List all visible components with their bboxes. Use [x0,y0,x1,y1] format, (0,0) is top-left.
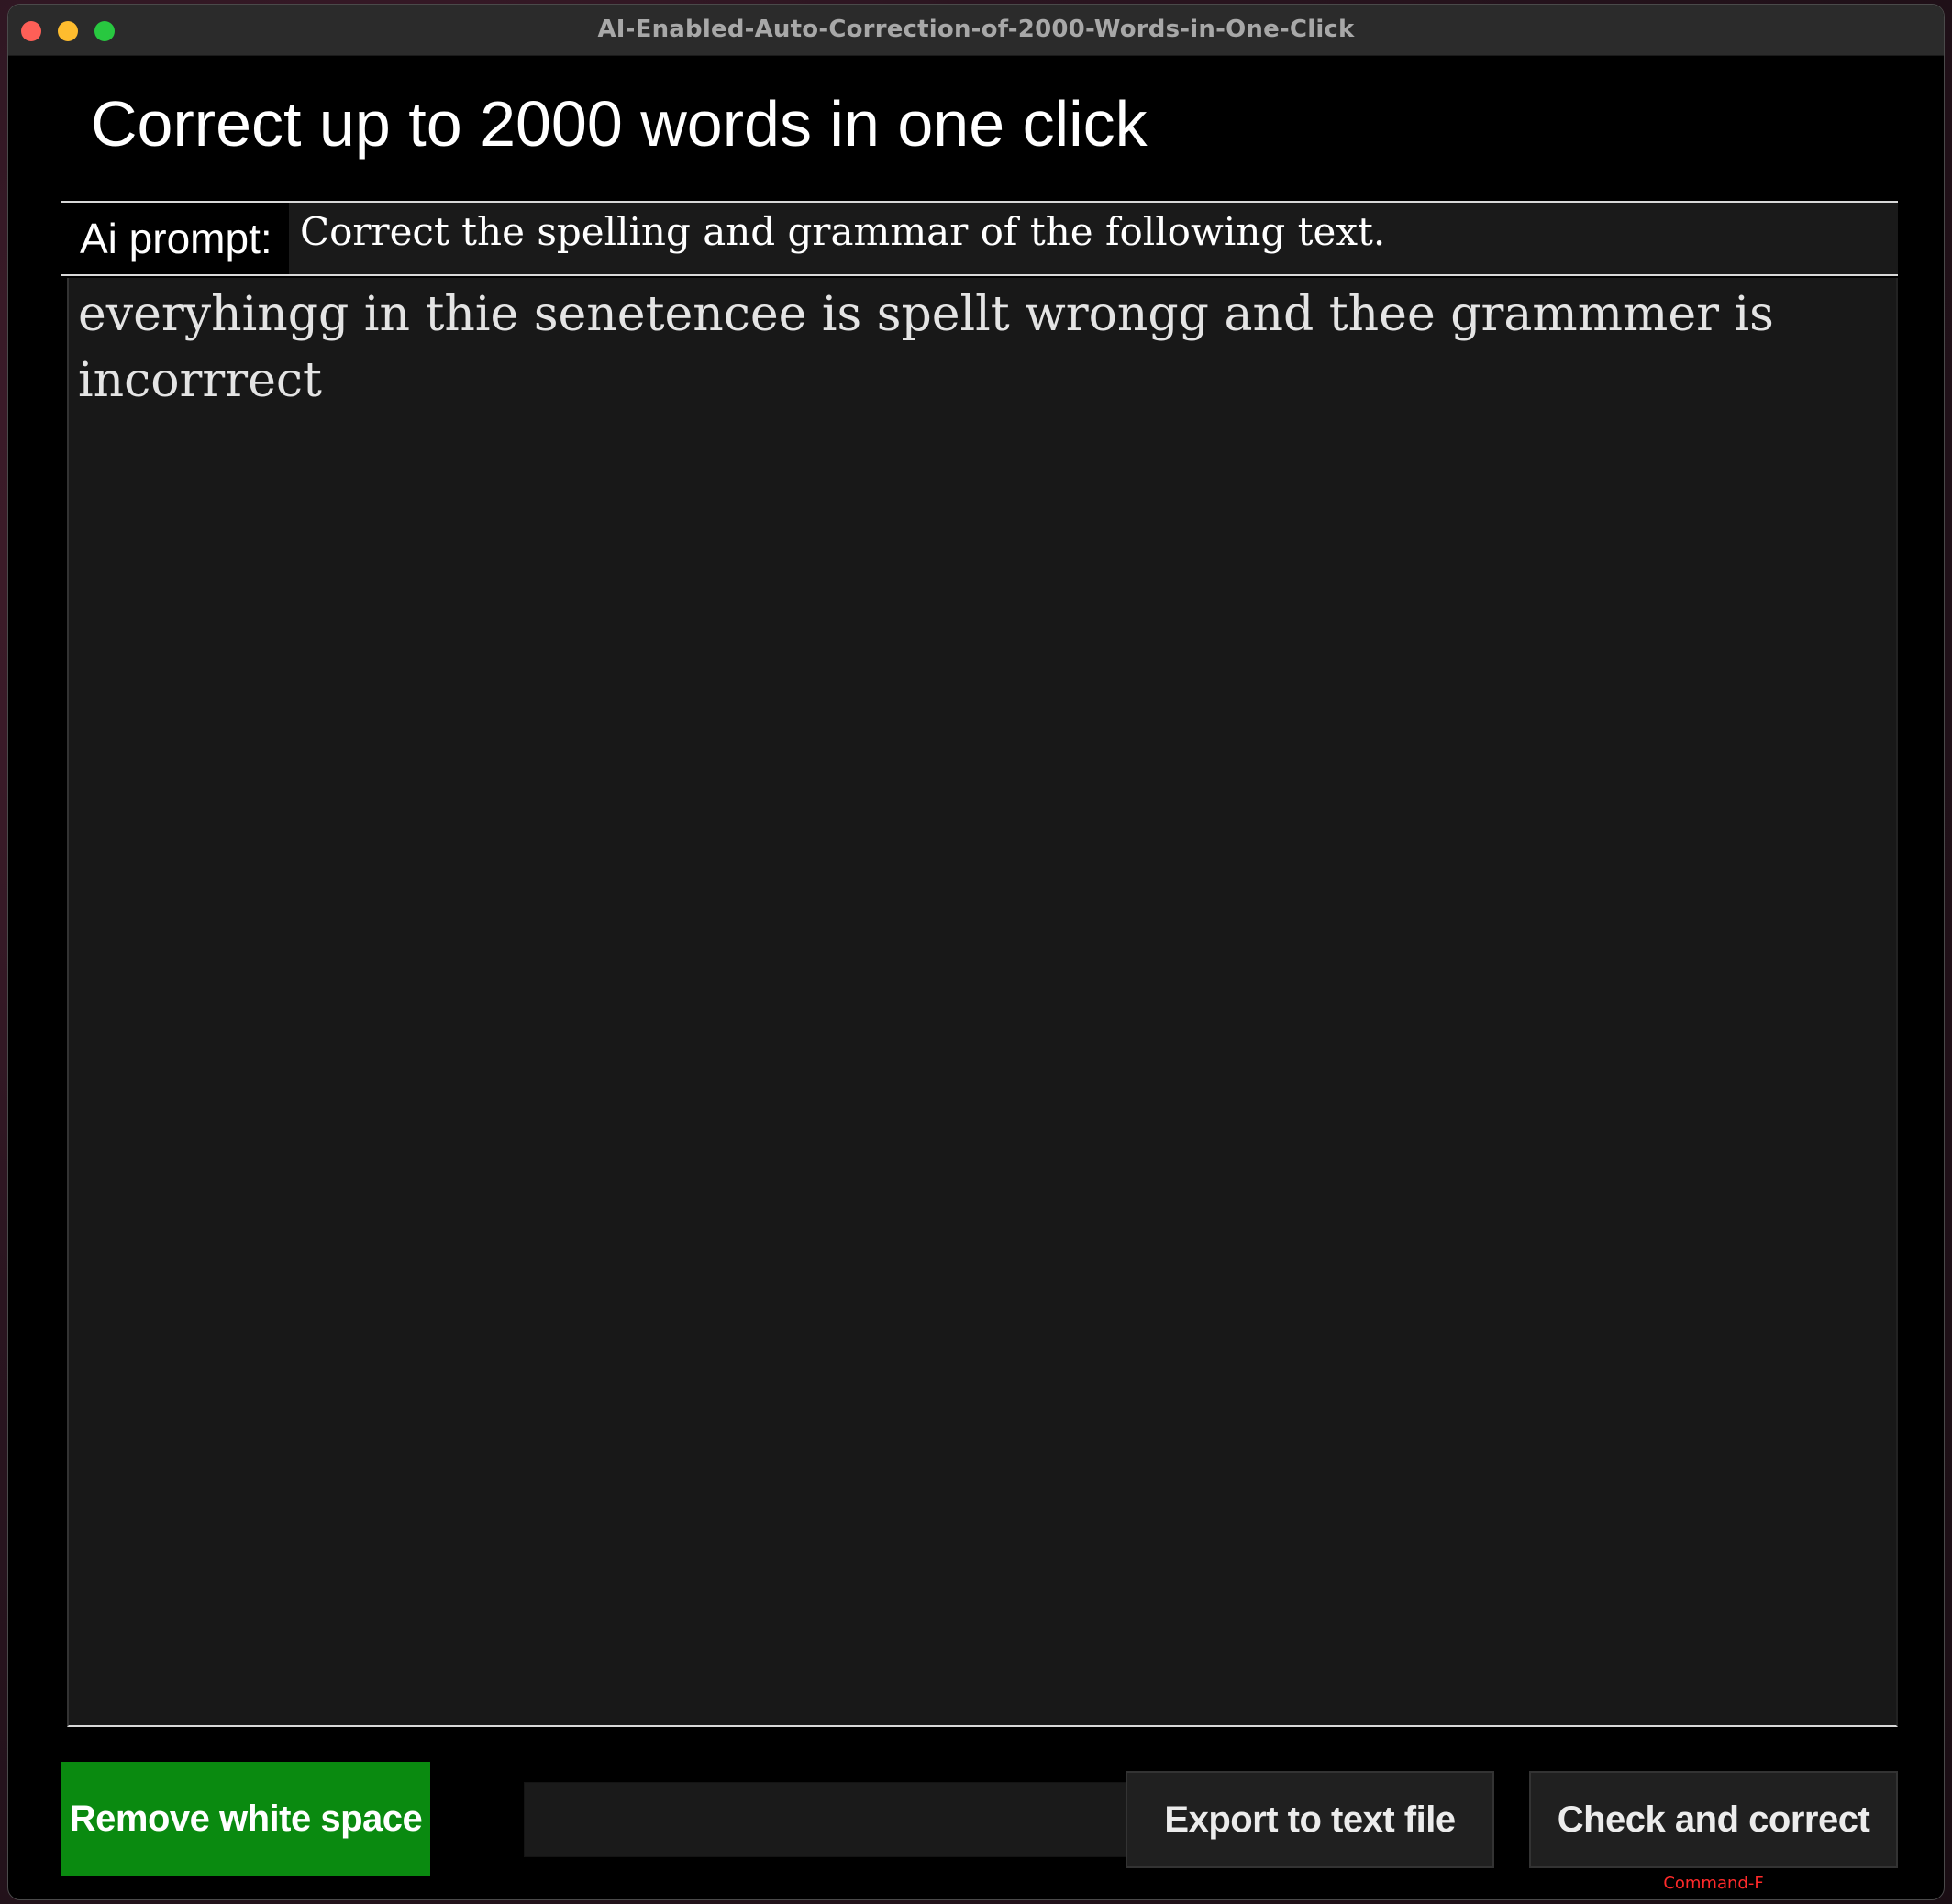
remove-white-space-button[interactable]: Remove white space [61,1762,430,1876]
page-title: Correct up to 2000 words in one click [91,88,1148,160]
check-and-correct-button[interactable]: Check and correct [1529,1771,1898,1868]
window-title: AI-Enabled-Auto-Correction-of-2000-Words… [597,16,1355,43]
ai-prompt-label: Ai prompt: [61,203,289,274]
ai-prompt-row: Ai prompt: Correct the spelling and gram… [61,201,1898,276]
ai-prompt-input[interactable]: Correct the spelling and grammar of the … [291,203,1898,274]
shortcut-hint: Command-F [1663,1874,1764,1893]
export-filename-field[interactable] [524,1782,1131,1857]
app-window: AI-Enabled-Auto-Correction-of-2000-Words… [7,4,1945,1900]
text-editor[interactable]: everyhingg in thie senetencee is spellt … [67,278,1898,1727]
title-bar[interactable]: AI-Enabled-Auto-Correction-of-2000-Words… [8,5,1944,56]
export-to-text-file-button[interactable]: Export to text file [1126,1771,1494,1868]
